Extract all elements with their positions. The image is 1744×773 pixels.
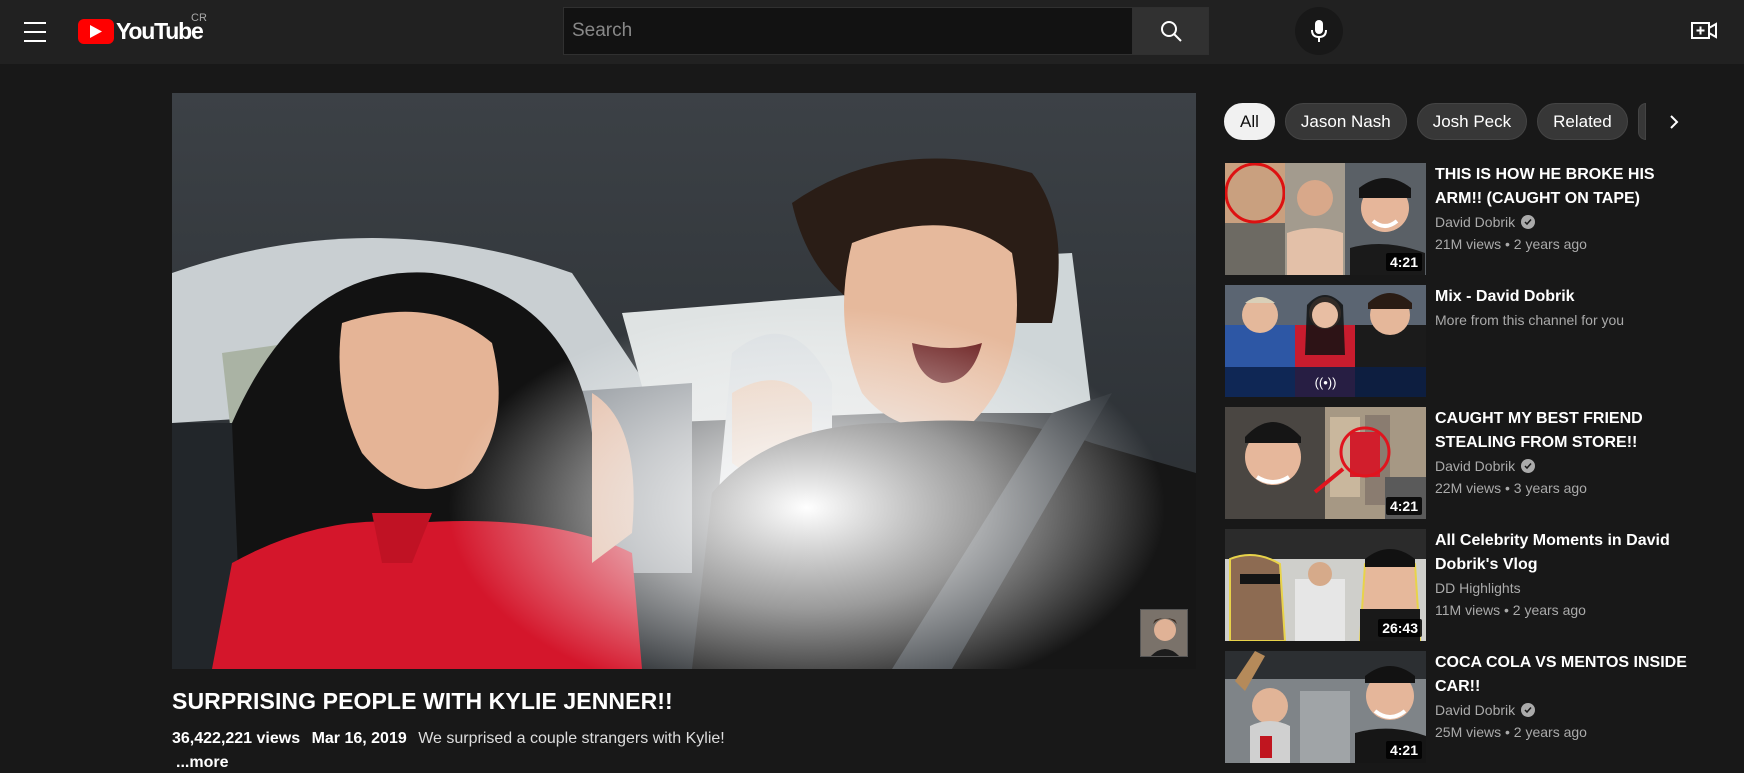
recommendation-item[interactable]: 4:21 COCA COLA VS MENTOS INSIDE CAR!! Da… xyxy=(1225,651,1725,773)
view-count: 36,422,221 views xyxy=(172,730,301,747)
video-stats: 11M views • 2 years ago xyxy=(1435,602,1586,618)
channel-name[interactable]: David Dobrik xyxy=(1435,702,1705,718)
filter-chips: All Jason Nash Josh Peck Related xyxy=(1224,103,1646,140)
video-info: THIS IS HOW HE BROKE HIS ARM!! (CAUGHT O… xyxy=(1435,163,1705,252)
mix-radio-icon: ((•)) xyxy=(1225,367,1426,397)
recommendation-item[interactable]: 4:21 CAUGHT MY BEST FRIEND STEALING FROM… xyxy=(1225,407,1725,529)
voice-search-button[interactable] xyxy=(1295,7,1343,55)
chip-all[interactable]: All xyxy=(1224,103,1275,140)
mix-thumbnail[interactable]: ((•)) xyxy=(1225,285,1426,397)
chips-next-button[interactable] xyxy=(1658,108,1690,136)
channel-name[interactable]: David Dobrik xyxy=(1435,458,1705,474)
recommendation-item[interactable]: 4:21 THIS IS HOW HE BROKE HIS ARM!! (CAU… xyxy=(1225,163,1725,285)
video-thumbnail[interactable]: 4:21 xyxy=(1225,407,1426,519)
video-thumbnail[interactable]: 4:21 xyxy=(1225,163,1426,275)
channel-label: David Dobrik xyxy=(1435,702,1516,718)
country-code: CR xyxy=(191,12,207,24)
mix-subtitle: More from this channel for you xyxy=(1435,312,1625,328)
search-input[interactable] xyxy=(564,8,1132,54)
chip-related[interactable]: Related xyxy=(1537,103,1628,140)
video-frame xyxy=(172,93,1196,669)
chevron-right-icon xyxy=(1670,115,1679,129)
video-thumbnail[interactable]: 4:21 xyxy=(1225,651,1426,763)
search-button[interactable] xyxy=(1132,8,1208,54)
video-stats: 22M views • 3 years ago xyxy=(1435,480,1587,496)
description-preview: We surprised a couple strangers with Kyl… xyxy=(418,730,725,747)
video-title[interactable]: THIS IS HOW HE BROKE HIS ARM!! (CAUGHT O… xyxy=(1435,163,1705,211)
video-duration: 4:21 xyxy=(1385,253,1422,271)
create-video-button[interactable] xyxy=(1690,18,1718,44)
verified-icon xyxy=(1521,215,1536,229)
chip-jason-nash[interactable]: Jason Nash xyxy=(1284,103,1407,140)
verified-icon xyxy=(1521,703,1536,717)
video-info: COCA COLA VS MENTOS INSIDE CAR!! David D… xyxy=(1435,651,1705,740)
video-thumbnail[interactable]: 26:43 xyxy=(1225,529,1426,641)
microphone-icon xyxy=(1311,20,1327,42)
youtube-play-icon xyxy=(78,19,114,44)
verified-icon xyxy=(1521,459,1536,473)
video-camera-plus-icon xyxy=(1691,22,1717,39)
video-player[interactable] xyxy=(172,93,1196,669)
top-bar: YouTube CR xyxy=(0,0,1744,64)
video-meta: 36,422,221 views Mar 16, 2019 We surpris… xyxy=(172,730,725,748)
video-title[interactable]: Mix - David Dobrik xyxy=(1435,285,1705,309)
youtube-logo[interactable]: YouTube xyxy=(78,18,204,45)
upload-date: Mar 16, 2019 xyxy=(311,730,407,747)
search-bar xyxy=(563,7,1209,55)
channel-name[interactable]: David Dobrik xyxy=(1435,214,1705,230)
video-stats: 25M views • 2 years ago xyxy=(1435,724,1587,740)
recommendation-list: 4:21 THIS IS HOW HE BROKE HIS ARM!! (CAU… xyxy=(1225,163,1725,773)
menu-icon[interactable] xyxy=(24,20,46,44)
video-duration: 4:21 xyxy=(1385,741,1422,759)
video-title[interactable]: All Celebrity Moments in David Dobrik's … xyxy=(1435,529,1705,577)
recommendation-item-mix[interactable]: ((•)) Mix - David Dobrik More from this … xyxy=(1225,285,1725,407)
channel-label: David Dobrik xyxy=(1435,458,1516,474)
channel-label: DD Highlights xyxy=(1435,580,1521,596)
video-title[interactable]: COCA COLA VS MENTOS INSIDE CAR!! xyxy=(1435,651,1705,699)
channel-label: David Dobrik xyxy=(1435,214,1516,230)
video-info: Mix - David Dobrik More from this channe… xyxy=(1435,285,1705,328)
video-duration: 26:43 xyxy=(1378,619,1422,637)
logo-text: YouTube xyxy=(116,18,204,44)
chip-partial[interactable] xyxy=(1637,103,1646,140)
video-info: CAUGHT MY BEST FRIEND STEALING FROM STOR… xyxy=(1435,407,1705,496)
channel-watermark[interactable] xyxy=(1140,609,1188,657)
recommendation-item[interactable]: 26:43 All Celebrity Moments in David Dob… xyxy=(1225,529,1725,651)
video-info: All Celebrity Moments in David Dobrik's … xyxy=(1435,529,1705,618)
video-stats: 21M views • 2 years ago xyxy=(1435,236,1587,252)
video-duration: 4:21 xyxy=(1385,497,1422,515)
search-icon xyxy=(1160,21,1182,42)
chip-josh-peck[interactable]: Josh Peck xyxy=(1416,103,1528,140)
video-title[interactable]: CAUGHT MY BEST FRIEND STEALING FROM STOR… xyxy=(1435,407,1705,455)
video-title: SURPRISING PEOPLE WITH KYLIE JENNER!! xyxy=(172,688,673,714)
channel-name[interactable]: DD Highlights xyxy=(1435,580,1705,596)
show-more-link[interactable]: ...more xyxy=(176,754,228,772)
